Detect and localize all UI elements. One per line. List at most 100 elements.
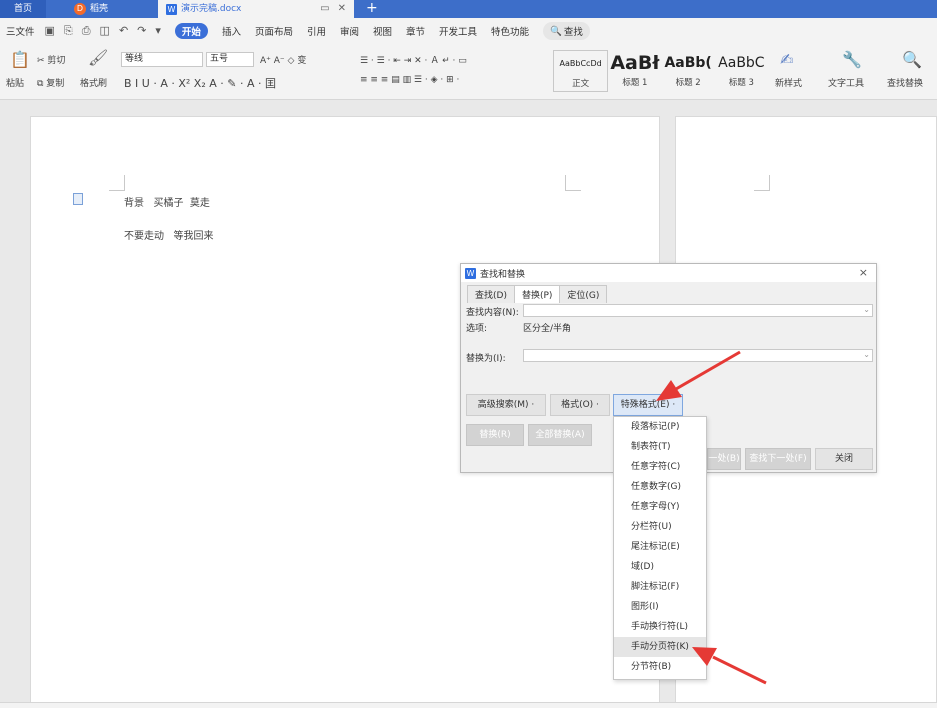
find-label: 查找内容(N): [466, 308, 519, 318]
style-heading-2[interactable]: AaBb( 标题 2 [662, 50, 715, 92]
paragraph-handle-icon[interactable] [73, 193, 83, 205]
style-heading-1[interactable]: AaBł 标题 1 [608, 50, 661, 92]
style-normal-name: 正文 [572, 79, 590, 89]
output-icon[interactable]: ⎘ [64, 24, 73, 38]
advanced-search-button[interactable]: 高级搜索(M) · [466, 394, 546, 416]
menu-item-graphic[interactable]: 图形(I) [614, 597, 706, 617]
paste-button[interactable]: 粘贴 [6, 76, 24, 89]
find-previous-button[interactable]: 一处(B) [707, 448, 741, 470]
menu-item-any-char[interactable]: 任意字符(C) [614, 457, 706, 477]
menu-item-footnote-mark[interactable]: 脚注标记(F) [614, 577, 706, 597]
save-icon[interactable]: ▣ [45, 24, 55, 38]
text-tools-icon[interactable]: 🔧 [842, 50, 862, 69]
menu-search-label: 查找 [563, 27, 583, 38]
style-heading-3-name: 标题 3 [728, 78, 754, 88]
format-label: 格式(O) [561, 400, 594, 410]
chevron-down-icon[interactable]: ⌄ [863, 305, 870, 314]
menu-start[interactable]: 开始 [174, 23, 208, 39]
list-format-icons[interactable]: ☰ · ☰ · ⇤ ⇥ ✕ · Ａ ↵ · ▭ [360, 53, 467, 66]
dialog-close-button[interactable]: × [859, 266, 868, 279]
menu-item-endnote-mark[interactable]: 尾注标记(E) [614, 537, 706, 557]
menu-features[interactable]: 特色功能 [491, 24, 529, 38]
replace-input[interactable]: ⌄ [523, 349, 873, 362]
menu-section[interactable]: 章节 [406, 24, 425, 38]
monitor-icon[interactable]: ▭ [320, 0, 329, 18]
format-button[interactable]: 格式(O) · [550, 394, 610, 416]
menu-developer[interactable]: 开发工具 [439, 24, 477, 38]
tab-replace[interactable]: 替换(P) [513, 285, 561, 303]
document-line-2: 不要走动 等我回来 [124, 231, 214, 242]
copy-button[interactable]: ⧉ 复制 [37, 76, 64, 89]
menu-item-column-break[interactable]: 分栏符(U) [614, 517, 706, 537]
tab-home[interactable]: 首页 [0, 0, 46, 18]
style-heading-2-name: 标题 2 [675, 78, 701, 88]
style-heading-3-preview: AaBbC [718, 55, 765, 71]
close-tab-icon[interactable]: ✕ [338, 0, 346, 18]
replace-button[interactable]: 替换(R) [466, 424, 524, 446]
find-next-button[interactable]: 查找下一处(F) [745, 448, 811, 470]
print-icon[interactable]: ⎙ [82, 24, 91, 38]
undo-icon[interactable]: ↶ [119, 24, 128, 38]
menu-view[interactable]: 视图 [373, 24, 392, 38]
tab-goto[interactable]: 定位(G) [559, 285, 608, 303]
format-painter-button[interactable]: 格式刷 [80, 76, 107, 89]
find-input[interactable]: ⌄ [523, 304, 873, 317]
special-format-button[interactable]: 特殊格式(E) · [613, 394, 683, 416]
dialog-tabs: 查找(D) 替换(P) 定位(G) [467, 285, 608, 303]
cut-label: 剪切 [47, 56, 66, 66]
menu-item-manual-page-break[interactable]: 手动分页符(K) [614, 637, 706, 657]
customize-icon[interactable]: ▾ [155, 24, 161, 38]
menu-review[interactable]: 审阅 [340, 24, 359, 38]
writer-logo-icon: W [465, 267, 476, 279]
file-menu[interactable]: 三文件 [6, 24, 35, 38]
menu-insert[interactable]: 插入 [222, 24, 241, 38]
quick-access-toolbar: ▣ ⎘ ⎙ ◫ ↶ ↷ ▾ [45, 24, 161, 38]
search-icon: 🔍 [550, 25, 562, 37]
replace-all-button[interactable]: 全部替换(A) [528, 424, 592, 446]
close-button[interactable]: 关闭 [815, 448, 873, 470]
print-preview-icon[interactable]: ◫ [100, 24, 110, 38]
menu-bar: 三文件 ▣ ⎘ ⎙ ◫ ↶ ↷ ▾ 开始 插入 页面布局 引用 审阅 视图 章节… [0, 18, 937, 44]
tab-find[interactable]: 查找(D) [467, 285, 515, 303]
chevron-down-icon[interactable]: ⌄ [863, 350, 870, 359]
style-normal-preview: AaBbCcDd [559, 59, 602, 68]
style-heading-2-preview: AaBb( [664, 55, 712, 71]
menu-item-manual-line-break[interactable]: 手动换行符(L) [614, 617, 706, 637]
tab-document[interactable]: W 演示完稿.docx ▭ ✕ [158, 0, 354, 18]
tab-daoke[interactable]: D 稻壳 [66, 0, 146, 18]
menu-page-layout[interactable]: 页面布局 [255, 24, 293, 38]
find-replace-button[interactable]: 查找替换 [887, 76, 923, 89]
font-size-select[interactable]: 五号 [206, 52, 254, 67]
menu-item-paragraph-mark[interactable]: 段落标记(P) [614, 417, 706, 437]
new-style-button[interactable]: 新样式 [775, 76, 802, 89]
new-tab-button[interactable]: + [366, 0, 378, 17]
daoke-logo-icon: D [74, 3, 86, 15]
redo-icon[interactable]: ↷ [137, 24, 146, 38]
style-normal[interactable]: AaBbCcDd 正文 [553, 50, 609, 92]
options-label: 选项: [466, 324, 488, 334]
cut-button[interactable]: ✂ 剪切 [37, 53, 65, 66]
align-icons[interactable]: ≡ ≡ ≡ ▤ ▥ ☰ · ◈ · ⊞ · [360, 75, 459, 85]
tab-bar: 首页 D 稻壳 W 演示完稿.docx ▭ ✕ + [0, 0, 937, 18]
menu-search[interactable]: 🔍 查找 [543, 22, 590, 40]
menu-item-any-digit[interactable]: 任意数字(G) [614, 477, 706, 497]
find-replace-icon[interactable]: 🔍 [902, 50, 922, 69]
menu-item-any-letter[interactable]: 任意字母(Y) [614, 497, 706, 517]
tab-document-label: 演示完稿.docx [181, 4, 242, 14]
menu-item-section-break[interactable]: 分节符(B) [614, 657, 706, 677]
style-heading-3[interactable]: AaBbC 标题 3 [715, 50, 768, 92]
font-format-icons[interactable]: B I U · A · X² X₂ A · ✎ · A · 囯 [124, 75, 276, 91]
font-size-adjust-icons[interactable]: A⁺ A⁻ ◇ 变 [260, 53, 306, 66]
options-value: 区分全/半角 [523, 324, 572, 334]
menu-item-field[interactable]: 域(D) [614, 557, 706, 577]
special-format-menu: 段落标记(P) 制表符(T) 任意字符(C) 任意数字(G) 任意字母(Y) 分… [613, 416, 707, 680]
text-tools-button[interactable]: 文字工具 [828, 76, 864, 89]
menu-item-tab-char[interactable]: 制表符(T) [614, 437, 706, 457]
new-style-icon[interactable]: ✍ [780, 50, 793, 69]
paste-icon[interactable]: 📋 [10, 50, 30, 69]
special-format-label: 特殊格式(E) [620, 400, 670, 410]
menu-references[interactable]: 引用 [307, 24, 326, 38]
style-gallery: AaBbCcDd 正文 AaBł 标题 1 AaBb( 标题 2 AaBbC 标… [553, 50, 768, 92]
font-name-select[interactable]: 等线 [121, 52, 203, 67]
format-painter-icon[interactable]: 🖌 [88, 48, 108, 67]
